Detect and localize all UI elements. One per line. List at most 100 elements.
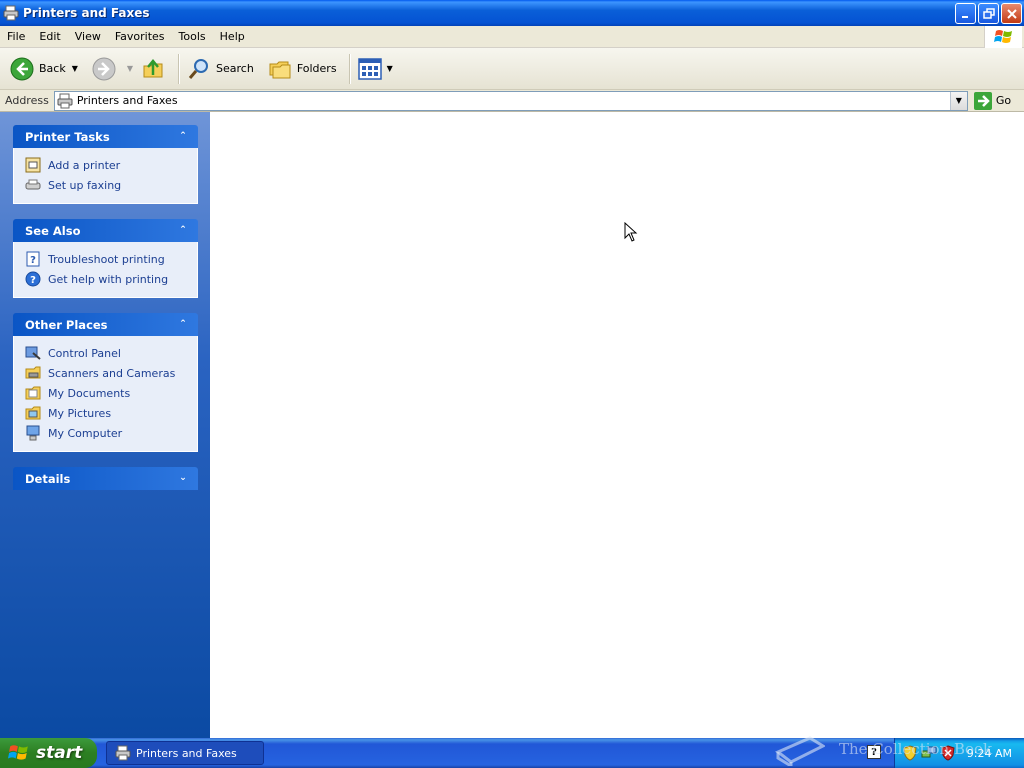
link-label: Set up faxing bbox=[48, 178, 122, 192]
back-arrow-icon bbox=[10, 57, 34, 80]
link-label: Control Panel bbox=[48, 346, 121, 360]
folders-label: Folders bbox=[296, 62, 337, 75]
window-controls bbox=[955, 3, 1022, 24]
address-dropdown-button[interactable]: ▼ bbox=[949, 91, 967, 110]
up-folder-icon bbox=[143, 58, 163, 77]
start-label: start bbox=[36, 743, 83, 763]
collapse-chevron-icon[interactable]: ⌃ bbox=[176, 317, 190, 331]
close-icon bbox=[1006, 8, 1017, 19]
go-label: Go bbox=[995, 94, 1012, 107]
minimize-icon bbox=[961, 15, 968, 18]
link-label: Get help with printing bbox=[48, 272, 169, 286]
toolbar: Back ▼ ▼ Search Folders ▼ bbox=[0, 48, 1024, 90]
link-label: Add a printer bbox=[48, 158, 121, 172]
minimize-button[interactable] bbox=[955, 3, 976, 24]
search-label: Search bbox=[216, 62, 254, 75]
folders-button[interactable]: Folders bbox=[264, 51, 341, 87]
menu-file[interactable]: File bbox=[0, 30, 32, 43]
printer-tasks-header[interactable]: Printer Tasks ⌃ bbox=[13, 125, 198, 148]
forward-arrow-icon bbox=[92, 57, 116, 80]
collapse-chevron-icon[interactable]: ⌃ bbox=[176, 129, 190, 143]
details-panel: Details ⌄ bbox=[13, 467, 198, 490]
back-button[interactable]: Back ▼ bbox=[6, 51, 82, 87]
restore-button[interactable] bbox=[978, 3, 999, 24]
toolbar-separator bbox=[348, 53, 350, 84]
set-up-faxing-link[interactable]: Set up faxing bbox=[25, 175, 197, 195]
forward-dropdown-icon[interactable]: ▼ bbox=[127, 64, 133, 73]
start-button[interactable]: start bbox=[0, 738, 97, 768]
link-label: My Documents bbox=[48, 386, 131, 400]
back-label: Back bbox=[39, 62, 66, 75]
go-arrow-icon bbox=[973, 91, 992, 110]
menu-bar: File Edit View Favorites Tools Help bbox=[0, 26, 1024, 48]
watermark: The Collection Book bbox=[775, 732, 992, 766]
toolbar-separator bbox=[178, 53, 180, 84]
menu-tools[interactable]: Tools bbox=[172, 30, 213, 43]
restore-icon bbox=[982, 7, 995, 19]
back-dropdown-icon[interactable]: ▼ bbox=[72, 64, 78, 73]
see-also-header[interactable]: See Also ⌃ bbox=[13, 219, 198, 242]
close-button[interactable] bbox=[1001, 3, 1022, 24]
panel-title: See Also bbox=[25, 223, 81, 238]
address-bar: Address Printers and Faxes ▼ Go bbox=[0, 90, 1024, 112]
help-book-icon: ? bbox=[25, 251, 41, 267]
taskbar-item-printers-faxes[interactable]: Printers and Faxes bbox=[106, 741, 264, 765]
go-button[interactable]: Go bbox=[973, 91, 1012, 110]
panel-title: Other Places bbox=[25, 317, 108, 332]
expand-chevron-icon[interactable]: ⌄ bbox=[176, 471, 190, 485]
my-computer-link[interactable]: My Computer bbox=[25, 423, 197, 443]
address-value: Printers and Faxes bbox=[76, 94, 178, 107]
printer-list-area[interactable] bbox=[210, 112, 1024, 738]
title-bar[interactable]: Printers and Faxes bbox=[0, 0, 1024, 26]
other-places-header[interactable]: Other Places ⌃ bbox=[13, 313, 198, 336]
views-icon bbox=[357, 57, 382, 80]
link-label: Scanners and Cameras bbox=[48, 366, 176, 380]
search-icon bbox=[188, 58, 209, 79]
get-help-printing-link[interactable]: ? Get help with printing bbox=[25, 269, 197, 289]
windows-flag-icon bbox=[8, 745, 28, 760]
my-documents-icon bbox=[25, 385, 41, 401]
details-header[interactable]: Details ⌄ bbox=[13, 467, 198, 490]
link-label: Troubleshoot printing bbox=[48, 252, 165, 266]
menu-view[interactable]: View bbox=[68, 30, 108, 43]
chevron-down-icon: ▼ bbox=[955, 96, 962, 105]
control-panel-link[interactable]: Control Panel bbox=[25, 343, 197, 363]
link-label: My Computer bbox=[48, 426, 123, 440]
other-places-panel: Other Places ⌃ Control Panel Scanners an… bbox=[13, 313, 198, 452]
views-dropdown-icon[interactable]: ▼ bbox=[387, 64, 393, 73]
my-documents-link[interactable]: My Documents bbox=[25, 383, 197, 403]
folders-icon bbox=[269, 61, 291, 78]
taskbar-item-label: Printers and Faxes bbox=[136, 746, 237, 760]
book-logo-icon bbox=[775, 736, 825, 766]
add-printer-link[interactable]: Add a printer bbox=[25, 155, 197, 175]
watermark-text: The Collection Book bbox=[839, 740, 993, 758]
address-input[interactable]: Printers and Faxes ▼ bbox=[53, 90, 968, 111]
svg-text:?: ? bbox=[30, 255, 36, 266]
scanners-cameras-link[interactable]: Scanners and Cameras bbox=[25, 363, 197, 383]
see-also-panel: See Also ⌃ ? Troubleshoot printing ? Get… bbox=[13, 219, 198, 298]
search-button[interactable]: Search bbox=[183, 51, 258, 87]
control-panel-icon bbox=[25, 345, 41, 361]
printer-icon bbox=[57, 93, 73, 108]
task-pane: Printer Tasks ⌃ Add a printer Set up fax… bbox=[0, 112, 210, 738]
printer-icon bbox=[115, 745, 131, 761]
menu-favorites[interactable]: Favorites bbox=[108, 30, 172, 43]
menu-edit[interactable]: Edit bbox=[32, 30, 67, 43]
collapse-chevron-icon[interactable]: ⌃ bbox=[176, 223, 190, 237]
views-button[interactable]: ▼ bbox=[354, 51, 397, 87]
help-circle-icon: ? bbox=[25, 271, 41, 287]
add-printer-icon bbox=[25, 157, 41, 173]
window-title: Printers and Faxes bbox=[23, 6, 150, 20]
windows-flag-icon bbox=[993, 30, 1012, 43]
up-folder-button[interactable] bbox=[137, 51, 174, 87]
panel-title: Details bbox=[25, 471, 71, 486]
menu-help[interactable]: Help bbox=[213, 30, 252, 43]
forward-button[interactable]: ▼ bbox=[88, 51, 137, 87]
mouse-cursor-icon bbox=[624, 222, 638, 242]
troubleshoot-printing-link[interactable]: ? Troubleshoot printing bbox=[25, 249, 197, 269]
my-pictures-link[interactable]: My Pictures bbox=[25, 403, 197, 423]
panel-title: Printer Tasks bbox=[25, 129, 110, 144]
svg-text:?: ? bbox=[30, 275, 36, 286]
link-label: My Pictures bbox=[48, 406, 112, 420]
my-pictures-icon bbox=[25, 405, 41, 421]
